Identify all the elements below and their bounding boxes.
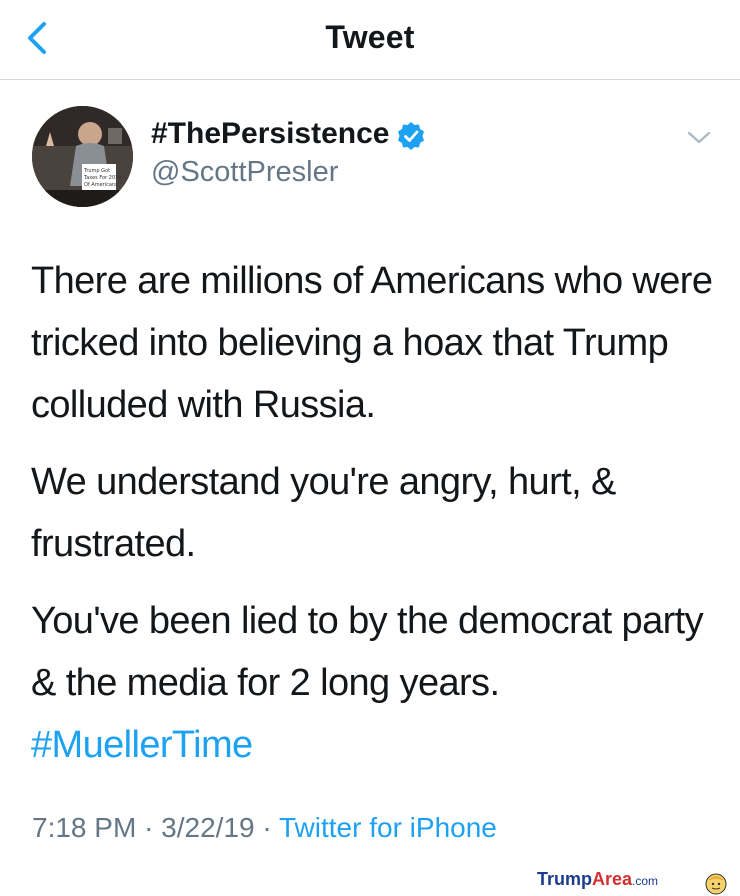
author-handle[interactable]: @ScottPresler <box>151 156 338 189</box>
hashtag-link[interactable]: #MuellerTime <box>31 724 253 766</box>
watermark-part: .com <box>632 874 659 888</box>
watermark-part: Trump <box>537 869 593 889</box>
tweet-paragraph: We understand you're angry, hurt, & frus… <box>31 461 616 565</box>
tweet-text: There are millions of Americans who were… <box>31 250 721 776</box>
watermark-part: Area <box>592 869 633 889</box>
meta-separator: · <box>262 812 272 843</box>
svg-text:Of Americans: Of Americans <box>84 182 118 188</box>
avatar[interactable]: Trump Got Taxes For 2018 Of Americans <box>32 106 133 207</box>
watermark: TrumpArea.com <box>537 869 658 890</box>
watermark-logo-icon <box>705 873 727 895</box>
tweet-paragraph: You've been lied to by the democrat part… <box>31 590 721 776</box>
tweet-metadata: 7:18 PM · 3/22/19 · Twitter for iPhone <box>32 812 497 844</box>
author-display-name[interactable]: #ThePersistence <box>151 117 389 151</box>
verified-badge-icon <box>398 122 424 150</box>
chevron-down-icon[interactable] <box>686 128 712 148</box>
avatar-photo: Trump Got Taxes For 2018 Of Americans <box>32 106 133 207</box>
navigation-bar: Tweet <box>0 0 740 80</box>
tweet-source-link[interactable]: Twitter for iPhone <box>279 812 497 843</box>
tweet-time: 7:18 PM <box>32 812 137 843</box>
tweet-date: 3/22/19 <box>161 812 255 843</box>
tweet-paragraph-text: You've been lied to by the democrat part… <box>31 600 704 704</box>
tweet-paragraph: There are millions of Americans who were… <box>31 260 713 426</box>
svg-text:Taxes For 2018: Taxes For 2018 <box>83 175 122 181</box>
meta-separator: · <box>144 812 154 843</box>
page-title: Tweet <box>325 19 415 55</box>
avatar-sign-text: Trump Got <box>83 168 110 174</box>
